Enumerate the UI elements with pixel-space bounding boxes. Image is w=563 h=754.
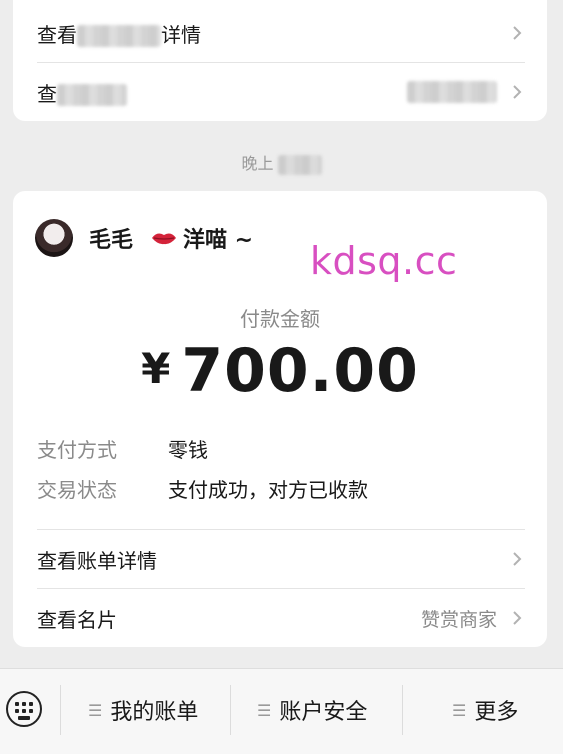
previous-bill-details-row[interactable]: 查看 详情 [37, 4, 525, 62]
watermark: kdsq.cc [310, 239, 458, 283]
blurred-text [57, 84, 127, 106]
lips-emoji-icon [152, 233, 177, 245]
bill-details-label: 查看账单详情 [37, 548, 157, 573]
payment-method-value: 零钱 [168, 438, 208, 462]
currency-symbol: ¥ [141, 344, 172, 393]
payee-nickname: 洋喵 ~ [151, 222, 253, 254]
amount-label: 付款金额 [240, 307, 320, 331]
payee-name: 毛毛 [89, 228, 134, 253]
blurred-text [77, 25, 161, 47]
payment-method-row: 支付方式 零钱 [37, 434, 208, 463]
blurred-time [277, 154, 322, 175]
transaction-status-label: 交易状态 [37, 478, 117, 502]
chevron-right-icon [513, 85, 522, 99]
transaction-status-value: 支付成功，对方已收款 [168, 478, 368, 502]
payment-amount: ¥700.00 [141, 336, 419, 406]
row-label: 查看 [37, 22, 77, 47]
bill-details-row[interactable]: 查看账单详情 [37, 530, 525, 588]
menu-icon: ☰ [452, 700, 467, 720]
business-card-label: 查看名片 [37, 607, 117, 632]
menu-icon: ☰ [88, 700, 103, 720]
chevron-right-icon [513, 552, 522, 566]
menu-icon: ☰ [257, 700, 272, 720]
chevron-right-icon [513, 26, 522, 40]
avatar[interactable] [35, 219, 73, 257]
menu-account-security[interactable]: ☰ 账户安全 [257, 689, 367, 731]
keyboard-icon[interactable] [6, 691, 42, 727]
menu-more[interactable]: ☰ 更多 [452, 689, 518, 731]
row-label: 查 [37, 81, 57, 106]
menu-my-bills[interactable]: ☰ 我的账单 [88, 689, 198, 731]
payment-method-label: 支付方式 [37, 438, 117, 462]
time-separator: 晚上 [0, 150, 563, 175]
bottom-menu-bar: ☰ 我的账单 ☰ 账户安全 ☰ 更多 [0, 668, 563, 754]
divider [230, 685, 231, 735]
row-label-tail: 详情 [161, 22, 201, 47]
chevron-right-icon [513, 611, 522, 625]
divider [60, 685, 61, 735]
previous-card-row[interactable]: 查 [37, 63, 525, 121]
transaction-status-row: 交易状态 支付成功，对方已收款 [37, 474, 368, 503]
payee-header[interactable]: 毛毛 洋喵 ~ [35, 219, 253, 257]
business-card-right-label: 赞赏商家 [420, 608, 497, 631]
previous-transaction-card: 查看 详情 查 [13, 0, 547, 121]
divider [402, 685, 403, 735]
blurred-text [407, 81, 497, 103]
business-card-row[interactable]: 查看名片 赞赏商家 [37, 589, 525, 647]
transaction-card: 毛毛 洋喵 ~ kdsq.cc 付款金额 ¥700.00 支付方式 零钱 交易状… [13, 191, 547, 647]
